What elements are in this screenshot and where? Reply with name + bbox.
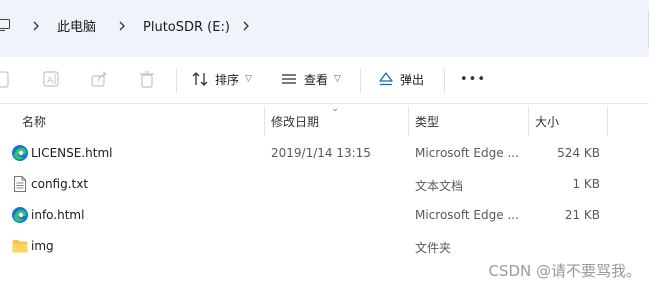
file-type: 文件夹: [415, 241, 452, 255]
file-row[interactable]: config.txt 文本文档 1 KB: [0, 169, 649, 200]
address-bar: 此电脑 PlutoSDR (E:): [0, 0, 649, 58]
share-icon[interactable]: [89, 69, 109, 89]
column-divider[interactable]: [528, 106, 529, 135]
file-row[interactable]: img 文件夹: [0, 231, 649, 262]
toolbar-separator: [176, 69, 177, 93]
rename-icon[interactable]: A: [41, 69, 61, 89]
column-divider[interactable]: [408, 106, 409, 135]
chevron-down-icon: ▽: [334, 74, 341, 84]
file-size: 21 KB: [564, 208, 600, 222]
column-header: 名称 ⌄ 修改日期 类型 大小: [0, 103, 649, 135]
file-modified: 2019/1/14 13:15: [271, 146, 371, 160]
toolbar-separator: [360, 69, 361, 93]
file-type: 文本文档: [415, 179, 464, 193]
eject-label: 弹出: [400, 72, 425, 87]
file-name: info.html: [31, 208, 85, 222]
file-type: Microsoft Edge ...: [415, 208, 519, 222]
computer-icon[interactable]: [0, 19, 10, 31]
view-button[interactable]: 查看 ▽: [280, 65, 341, 93]
more-options-button[interactable]: •••: [460, 65, 486, 93]
chevron-right-icon[interactable]: [116, 19, 128, 33]
column-size[interactable]: 大小: [535, 113, 559, 130]
chevron-right-icon[interactable]: [240, 19, 252, 33]
folder-icon: [12, 240, 28, 253]
column-name[interactable]: 名称: [22, 113, 46, 130]
chevron-right-icon[interactable]: [30, 19, 42, 33]
eject-button[interactable]: 弹出: [378, 65, 424, 93]
delete-icon[interactable]: [137, 69, 157, 89]
edge-icon: [12, 207, 28, 223]
file-type: Microsoft Edge ...: [415, 146, 519, 160]
command-bar: A 排序 ▽ 查看 ▽ 弹出 •••: [0, 57, 649, 104]
view-label: 查看: [304, 72, 329, 87]
breadcrumb-drive[interactable]: PlutoSDR (E:): [143, 20, 230, 36]
sort-label: 排序: [215, 72, 240, 87]
file-size: 524 KB: [557, 146, 600, 160]
sort-button[interactable]: 排序 ▽: [191, 65, 252, 93]
edge-icon: [12, 145, 28, 161]
toolbar-separator: [444, 69, 445, 93]
svg-text:A: A: [47, 76, 54, 86]
text-file-icon: [14, 176, 26, 192]
file-row[interactable]: info.html Microsoft Edge ... 21 KB: [0, 200, 649, 231]
chevron-down-icon: ▽: [245, 74, 252, 84]
file-size: 1 KB: [572, 177, 600, 191]
breadcrumb-this-pc[interactable]: 此电脑: [57, 20, 96, 36]
view-icon: [282, 74, 296, 84]
column-type[interactable]: 类型: [415, 113, 439, 130]
column-divider[interactable]: [264, 106, 265, 135]
sort-indicator-icon: ⌄: [331, 103, 340, 114]
file-name: img: [31, 239, 54, 253]
eject-icon: [379, 72, 393, 86]
watermark: CSDN @请不要骂我。: [488, 262, 641, 280]
more-icon: •••: [460, 71, 487, 87]
column-divider[interactable]: [607, 106, 608, 135]
paste-icon[interactable]: [0, 69, 12, 89]
column-modified[interactable]: 修改日期: [271, 113, 319, 130]
file-name: config.txt: [31, 177, 89, 191]
file-name: LICENSE.html: [31, 146, 113, 160]
file-row[interactable]: LICENSE.html 2019/1/14 13:15 Microsoft E…: [0, 138, 649, 169]
sort-icon: [192, 72, 208, 86]
